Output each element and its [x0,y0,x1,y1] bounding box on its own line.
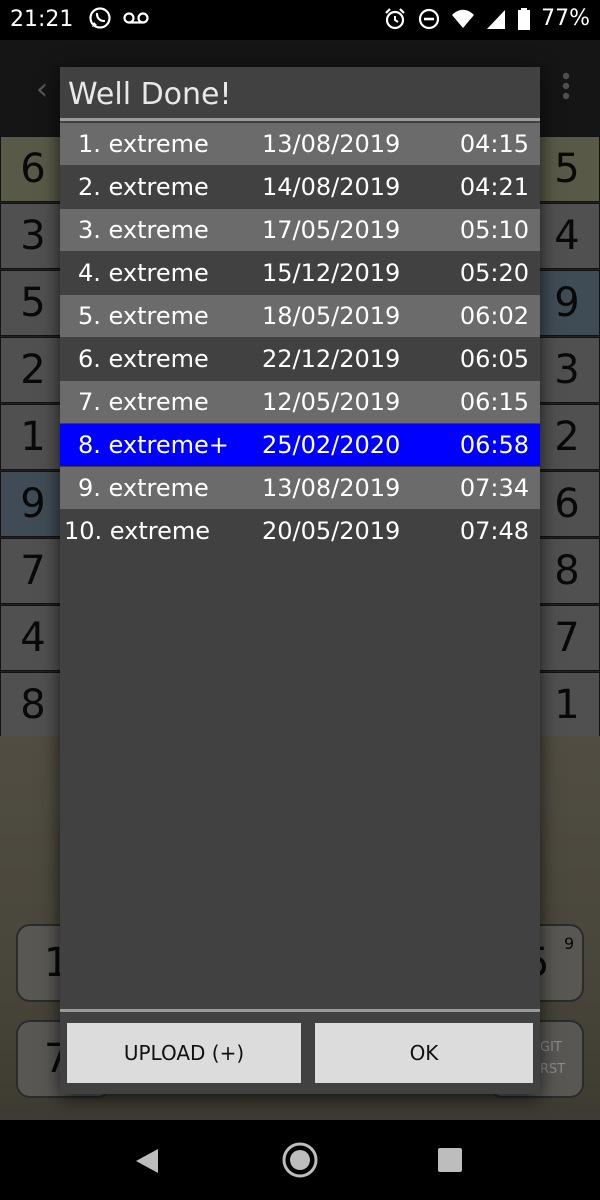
battery-icon [518,7,531,30]
score-row: 2. extreme 14/08/2019 04:21 [60,166,540,208]
wifi-icon [452,9,475,28]
battery-percentage: 77% [541,6,590,31]
score-date: 13/08/2019 [262,474,401,502]
nav-home-icon[interactable] [282,1142,318,1178]
score-date: 18/05/2019 [262,302,401,330]
score-row: 4. extreme 15/12/2019 05:20 [60,252,540,294]
score-rank: 2. extreme [78,173,209,201]
whatsapp-icon [89,7,111,29]
score-rank: 10. extreme [64,517,211,545]
score-time: 05:10 [459,216,529,244]
score-time: 04:21 [459,173,529,201]
score-row: 3. extreme 17/05/2019 05:10 [60,209,540,251]
score-time: 06:02 [459,302,529,330]
upload-button[interactable]: UPLOAD (+) [67,1023,301,1083]
system-status-icons: 77% [383,6,590,31]
score-rank: 1. extreme [78,130,209,158]
score-row: 10. extreme 20/05/2019 07:48 [60,510,540,552]
score-rank: 8. extreme+ [78,431,229,459]
notification-icons [88,6,150,30]
score-rank: 5. extreme [78,302,209,330]
score-date: 12/05/2019 [262,388,401,416]
navigation-bar [0,1120,600,1200]
score-date: 14/08/2019 [262,173,401,201]
ok-button[interactable]: OK [315,1023,533,1083]
score-rank: 4. extreme [78,259,209,287]
score-date: 15/12/2019 [262,259,401,287]
voicemail-icon [123,12,149,24]
nav-back-icon[interactable] [134,1147,160,1175]
score-time: 06:58 [459,431,529,459]
nav-recents-icon[interactable] [437,1147,463,1173]
score-row: 5. extreme 18/05/2019 06:02 [60,295,540,337]
score-row: 9. extreme 13/08/2019 07:34 [60,467,540,509]
score-date: 25/02/2020 [262,431,401,459]
title-divider [60,118,540,121]
score-date: 13/08/2019 [262,130,401,158]
score-time: 07:34 [459,474,529,502]
score-time: 04:15 [459,130,529,158]
buttons-divider [60,1009,540,1012]
score-time: 07:48 [459,517,529,545]
score-time: 06:15 [459,388,529,416]
status-bar: 21:21 77% [0,0,600,40]
score-rank: 9. extreme [78,474,209,502]
score-time: 06:05 [459,345,529,373]
dialog-title: Well Done! [68,77,232,112]
score-row: 6. extreme 22/12/2019 06:05 [60,338,540,380]
score-date: 20/05/2019 [262,517,401,545]
score-rank: 3. extreme [78,216,209,244]
alarm-icon [385,7,405,29]
score-row: 7. extreme 12/05/2019 06:15 [60,381,540,423]
score-rank: 7. extreme [78,388,209,416]
status-time: 21:21 [10,7,74,32]
score-date: 17/05/2019 [262,216,401,244]
score-rank: 6. extreme [78,345,209,373]
well-done-dialog: Well Done! 1. extreme 13/08/2019 04:15 2… [60,67,540,1094]
score-row: 1. extreme 13/08/2019 04:15 [60,123,540,165]
do-not-disturb-icon [418,8,440,29]
score-date: 22/12/2019 [262,345,401,373]
score-time: 05:20 [459,259,529,287]
high-score-list: 1. extreme 13/08/2019 04:15 2. extreme 1… [60,123,540,553]
score-row-current: 8. extreme+ 25/02/2020 06:58 [60,424,540,466]
signal-icon [487,9,506,29]
